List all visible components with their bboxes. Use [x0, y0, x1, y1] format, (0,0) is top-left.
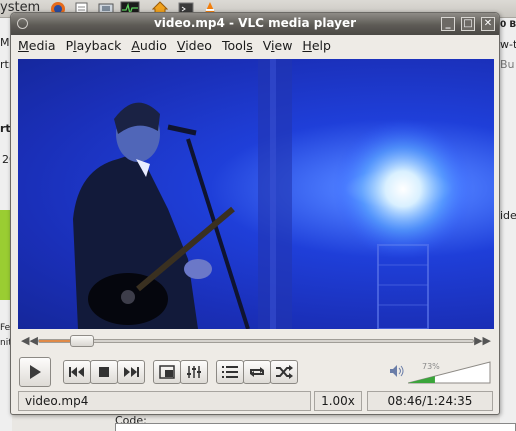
status-bar: video.mp4 1.00x 08:46/1:24:35	[11, 389, 499, 413]
volume-slider[interactable]	[408, 361, 492, 385]
menu-help-label: Help	[302, 38, 331, 53]
stop-icon	[99, 367, 109, 377]
menu-video-label: Video	[176, 38, 212, 53]
menu-audio-label: Audio	[131, 38, 167, 53]
menu-tools[interactable]: Tools	[217, 35, 258, 57]
stop-button[interactable]	[90, 360, 118, 384]
previous-button[interactable]	[63, 360, 91, 384]
play-icon	[30, 365, 41, 379]
play-button[interactable]	[19, 357, 51, 387]
video-output[interactable]	[18, 59, 494, 329]
bg-right-text-2: w-t	[500, 38, 516, 51]
menubar: Media Playback Audio Video Tools View He…	[11, 35, 499, 57]
fullscreen-icon	[159, 365, 175, 379]
menu-audio[interactable]: Audio	[126, 35, 172, 57]
menu-video[interactable]: Video	[172, 35, 217, 57]
seek-back-arrow-icon[interactable]: ◀◀	[21, 334, 38, 347]
loop-icon	[250, 367, 264, 377]
menu-playback[interactable]: Playback	[61, 35, 127, 57]
playlist-icon	[222, 366, 238, 378]
volume-level-label: 73%	[422, 362, 440, 371]
fullscreen-button[interactable]	[153, 360, 181, 384]
status-filename: video.mp4	[18, 391, 311, 411]
seek-row: ◀◀ ▶▶	[18, 333, 494, 349]
previous-icon	[69, 367, 84, 377]
bg-right-text-1: 0 B	[500, 20, 516, 30]
volume-speaker-icon[interactable]	[389, 364, 405, 381]
menu-view[interactable]: View	[258, 35, 298, 57]
background-window-right	[500, 18, 516, 431]
seek-slider[interactable]	[38, 335, 474, 347]
bg-right-text-4: ide	[500, 209, 516, 222]
window-titlebar[interactable]: video.mp4 - VLC media player _ □ ✕	[11, 13, 499, 35]
status-playback-speed[interactable]: 1.00x	[314, 391, 362, 411]
window-title: video.mp4 - VLC media player	[153, 16, 357, 30]
bg-right-text-3: Bu	[500, 58, 515, 71]
maximize-icon[interactable]: □	[461, 17, 475, 31]
playlist-button[interactable]	[216, 360, 244, 384]
close-icon[interactable]: ✕	[481, 17, 495, 31]
equalizer-icon	[187, 366, 201, 378]
status-time[interactable]: 08:46/1:24:35	[367, 391, 493, 411]
shuffle-button[interactable]	[270, 360, 298, 384]
menu-playback-label: Playback	[65, 38, 122, 53]
video-frame-image	[73, 59, 473, 329]
menu-media-label: Media	[18, 38, 56, 53]
shuffle-icon	[276, 365, 293, 379]
menu-tools-label: Tools	[221, 38, 253, 53]
next-button[interactable]	[117, 360, 145, 384]
seek-forward-arrow-icon[interactable]: ▶▶	[474, 334, 491, 347]
next-icon	[124, 367, 139, 377]
loop-button[interactable]	[243, 360, 271, 384]
vlc-window: video.mp4 - VLC media player _ □ ✕ Media…	[10, 12, 500, 415]
menu-help[interactable]: Help	[297, 35, 336, 57]
extended-settings-button[interactable]	[180, 360, 208, 384]
seek-handle[interactable]	[70, 335, 95, 347]
minimize-icon[interactable]: _	[441, 17, 455, 31]
bg-code-box	[115, 423, 516, 431]
menu-view-label: View	[262, 38, 293, 53]
menu-media[interactable]: Media	[13, 35, 61, 57]
